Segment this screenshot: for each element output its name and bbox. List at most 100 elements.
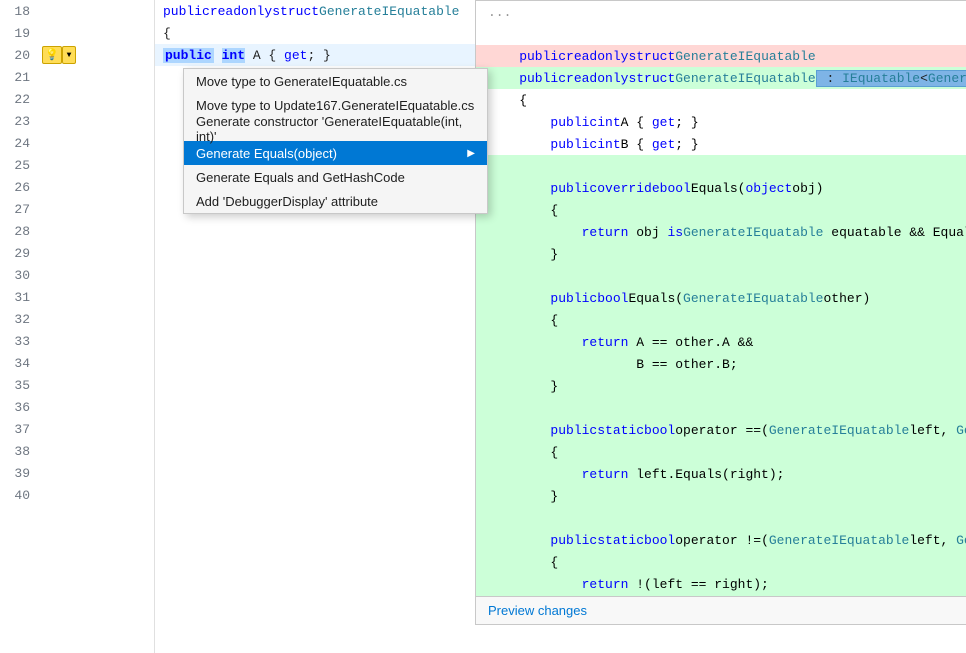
line-num-36: 36 xyxy=(0,400,38,415)
diff-line-return-not: return !(left == right); xyxy=(476,573,966,595)
menu-item-debugger-display[interactable]: Add 'DebuggerDisplay' attribute xyxy=(184,189,487,213)
line-row-24: 24 xyxy=(0,132,154,154)
menu-item-generate-equals[interactable]: Generate Equals(object) ▶ xyxy=(184,141,487,165)
line-row-20: 20 💡 ▼ xyxy=(0,44,154,66)
line-row-19: 19 xyxy=(0,22,154,44)
gutter-space-32 xyxy=(38,308,154,330)
line-row-38: 38 xyxy=(0,440,154,462)
code-area[interactable]: public readonly struct GenerateIEquatabl… xyxy=(155,0,966,653)
line-row-36: 36 xyxy=(0,396,154,418)
line-row-37: 37 xyxy=(0,418,154,440)
line-row-26: 26 xyxy=(0,176,154,198)
diff-line-brace-8: { xyxy=(476,551,966,573)
gutter-space-37 xyxy=(38,418,154,440)
line-num-26: 26 xyxy=(0,180,38,195)
menu-item-label-2: Move type to Update167.GenerateIEquatabl… xyxy=(196,98,474,113)
menu-item-arrow-4: ▶ xyxy=(467,148,475,159)
diff-line-empty-2 xyxy=(476,155,966,177)
gutter-space-35 xyxy=(38,374,154,396)
diff-line-empty-3 xyxy=(476,265,966,287)
gutter-space-31 xyxy=(38,286,154,308)
diff-line-prop-b: public int B { get; } xyxy=(476,133,966,155)
gutter-space-33 xyxy=(38,330,154,352)
diff-line-bool-equals: public bool Equals(GenerateIEquatable ot… xyxy=(476,287,966,309)
diff-line-brace-7: } xyxy=(476,485,966,507)
gutter-space-29 xyxy=(38,242,154,264)
line-num-33: 33 xyxy=(0,334,38,349)
gutter-space-24 xyxy=(38,132,154,154)
line-row-22: 22 xyxy=(0,88,154,110)
gutter-space-27 xyxy=(38,198,154,220)
line-num-38: 38 xyxy=(0,444,38,459)
context-menu: Move type to GenerateIEquatable.cs Move … xyxy=(183,68,488,214)
menu-item-generate-constructor[interactable]: Generate constructor 'GenerateIEquatable… xyxy=(184,117,487,141)
diff-line-removed-1: public readonly struct GenerateIEquatabl… xyxy=(476,45,966,67)
lightbulb-icon[interactable]: 💡 xyxy=(42,46,62,64)
line-num-37: 37 xyxy=(0,422,38,437)
gutter-space-38 xyxy=(38,440,154,462)
line-num-24: 24 xyxy=(0,136,38,151)
gutter-space-21 xyxy=(38,66,154,88)
line-num-31: 31 xyxy=(0,290,38,305)
line-num-18: 18 xyxy=(0,4,38,19)
line-num-20: 20 xyxy=(0,48,38,63)
diff-line-brace-2: { xyxy=(476,199,966,221)
diff-line-brace-4: { xyxy=(476,309,966,331)
menu-item-generate-equals-hashcode[interactable]: Generate Equals and GetHashCode xyxy=(184,165,487,189)
menu-item-label-6: Add 'DebuggerDisplay' attribute xyxy=(196,194,378,209)
line-num-32: 32 xyxy=(0,312,38,327)
line-row-23: 23 xyxy=(0,110,154,132)
line-num-29: 29 xyxy=(0,246,38,261)
line-num-35: 35 xyxy=(0,378,38,393)
diff-line-b-other: B == other.B; xyxy=(476,353,966,375)
line-num-22: 22 xyxy=(0,92,38,107)
line-row-21: 21 xyxy=(0,66,154,88)
line-row-28: 28 xyxy=(0,220,154,242)
diff-line-empty-1 xyxy=(476,23,966,45)
line-row-18: 18 xyxy=(0,0,154,22)
gutter-space-40 xyxy=(38,484,154,506)
preview-changes-link[interactable]: Preview changes xyxy=(488,603,587,618)
line-row-31: 31 xyxy=(0,286,154,308)
menu-item-move-type-1[interactable]: Move type to GenerateIEquatable.cs xyxy=(184,69,487,93)
gutter-space-18 xyxy=(38,0,154,22)
gutter: 18 19 20 💡 ▼ 21 22 23 24 xyxy=(0,0,155,653)
editor-container: 18 19 20 💡 ▼ 21 22 23 24 xyxy=(0,0,966,653)
diff-line-brace-3: } xyxy=(476,243,966,265)
gutter-space-19 xyxy=(38,22,154,44)
diff-line-override-equals: public override bool Equals(object obj) xyxy=(476,177,966,199)
diff-line-brace-6: { xyxy=(476,441,966,463)
line-row-39: 39 xyxy=(0,462,154,484)
diff-line-empty-4 xyxy=(476,397,966,419)
line-num-23: 23 xyxy=(0,114,38,129)
line-row-40: 40 xyxy=(0,484,154,506)
gutter-space-28 xyxy=(38,220,154,242)
menu-item-label-3: Generate constructor 'GenerateIEquatable… xyxy=(196,114,475,144)
gutter-space-26 xyxy=(38,176,154,198)
line-num-28: 28 xyxy=(0,224,38,239)
gutter-space-34 xyxy=(38,352,154,374)
diff-footer: Preview changes xyxy=(476,596,966,624)
diff-line-prop-a: public int A { get; } xyxy=(476,111,966,133)
line-row-25: 25 xyxy=(0,154,154,176)
diff-line-return-obj: return obj is GenerateIEquatable equatab… xyxy=(476,221,966,243)
line-row-34: 34 xyxy=(0,352,154,374)
diff-line-op-neq: public static bool operator !=(GenerateI… xyxy=(476,529,966,551)
line-num-34: 34 xyxy=(0,356,38,371)
line-num-40: 40 xyxy=(0,488,38,503)
diff-line-brace-5: } xyxy=(476,375,966,397)
line-row-33: 33 xyxy=(0,330,154,352)
lightbulb-dropdown-button[interactable]: ▼ xyxy=(62,46,76,64)
diff-line-brace-open: { xyxy=(476,89,966,111)
gutter-space-20: 💡 ▼ xyxy=(38,44,154,66)
line-num-19: 19 xyxy=(0,26,38,41)
diff-line-return-left: return left.Equals(right); xyxy=(476,463,966,485)
line-num-27: 27 xyxy=(0,202,38,217)
diff-line-empty-5 xyxy=(476,507,966,529)
diff-content: ... public readonly struct GenerateIEqua… xyxy=(476,1,966,596)
line-num-39: 39 xyxy=(0,466,38,481)
menu-item-label-1: Move type to GenerateIEquatable.cs xyxy=(196,74,407,89)
line-row-27: 27 xyxy=(0,198,154,220)
diff-line-return-a: return A == other.A && xyxy=(476,331,966,353)
diff-panel: ... public readonly struct GenerateIEqua… xyxy=(475,0,966,625)
